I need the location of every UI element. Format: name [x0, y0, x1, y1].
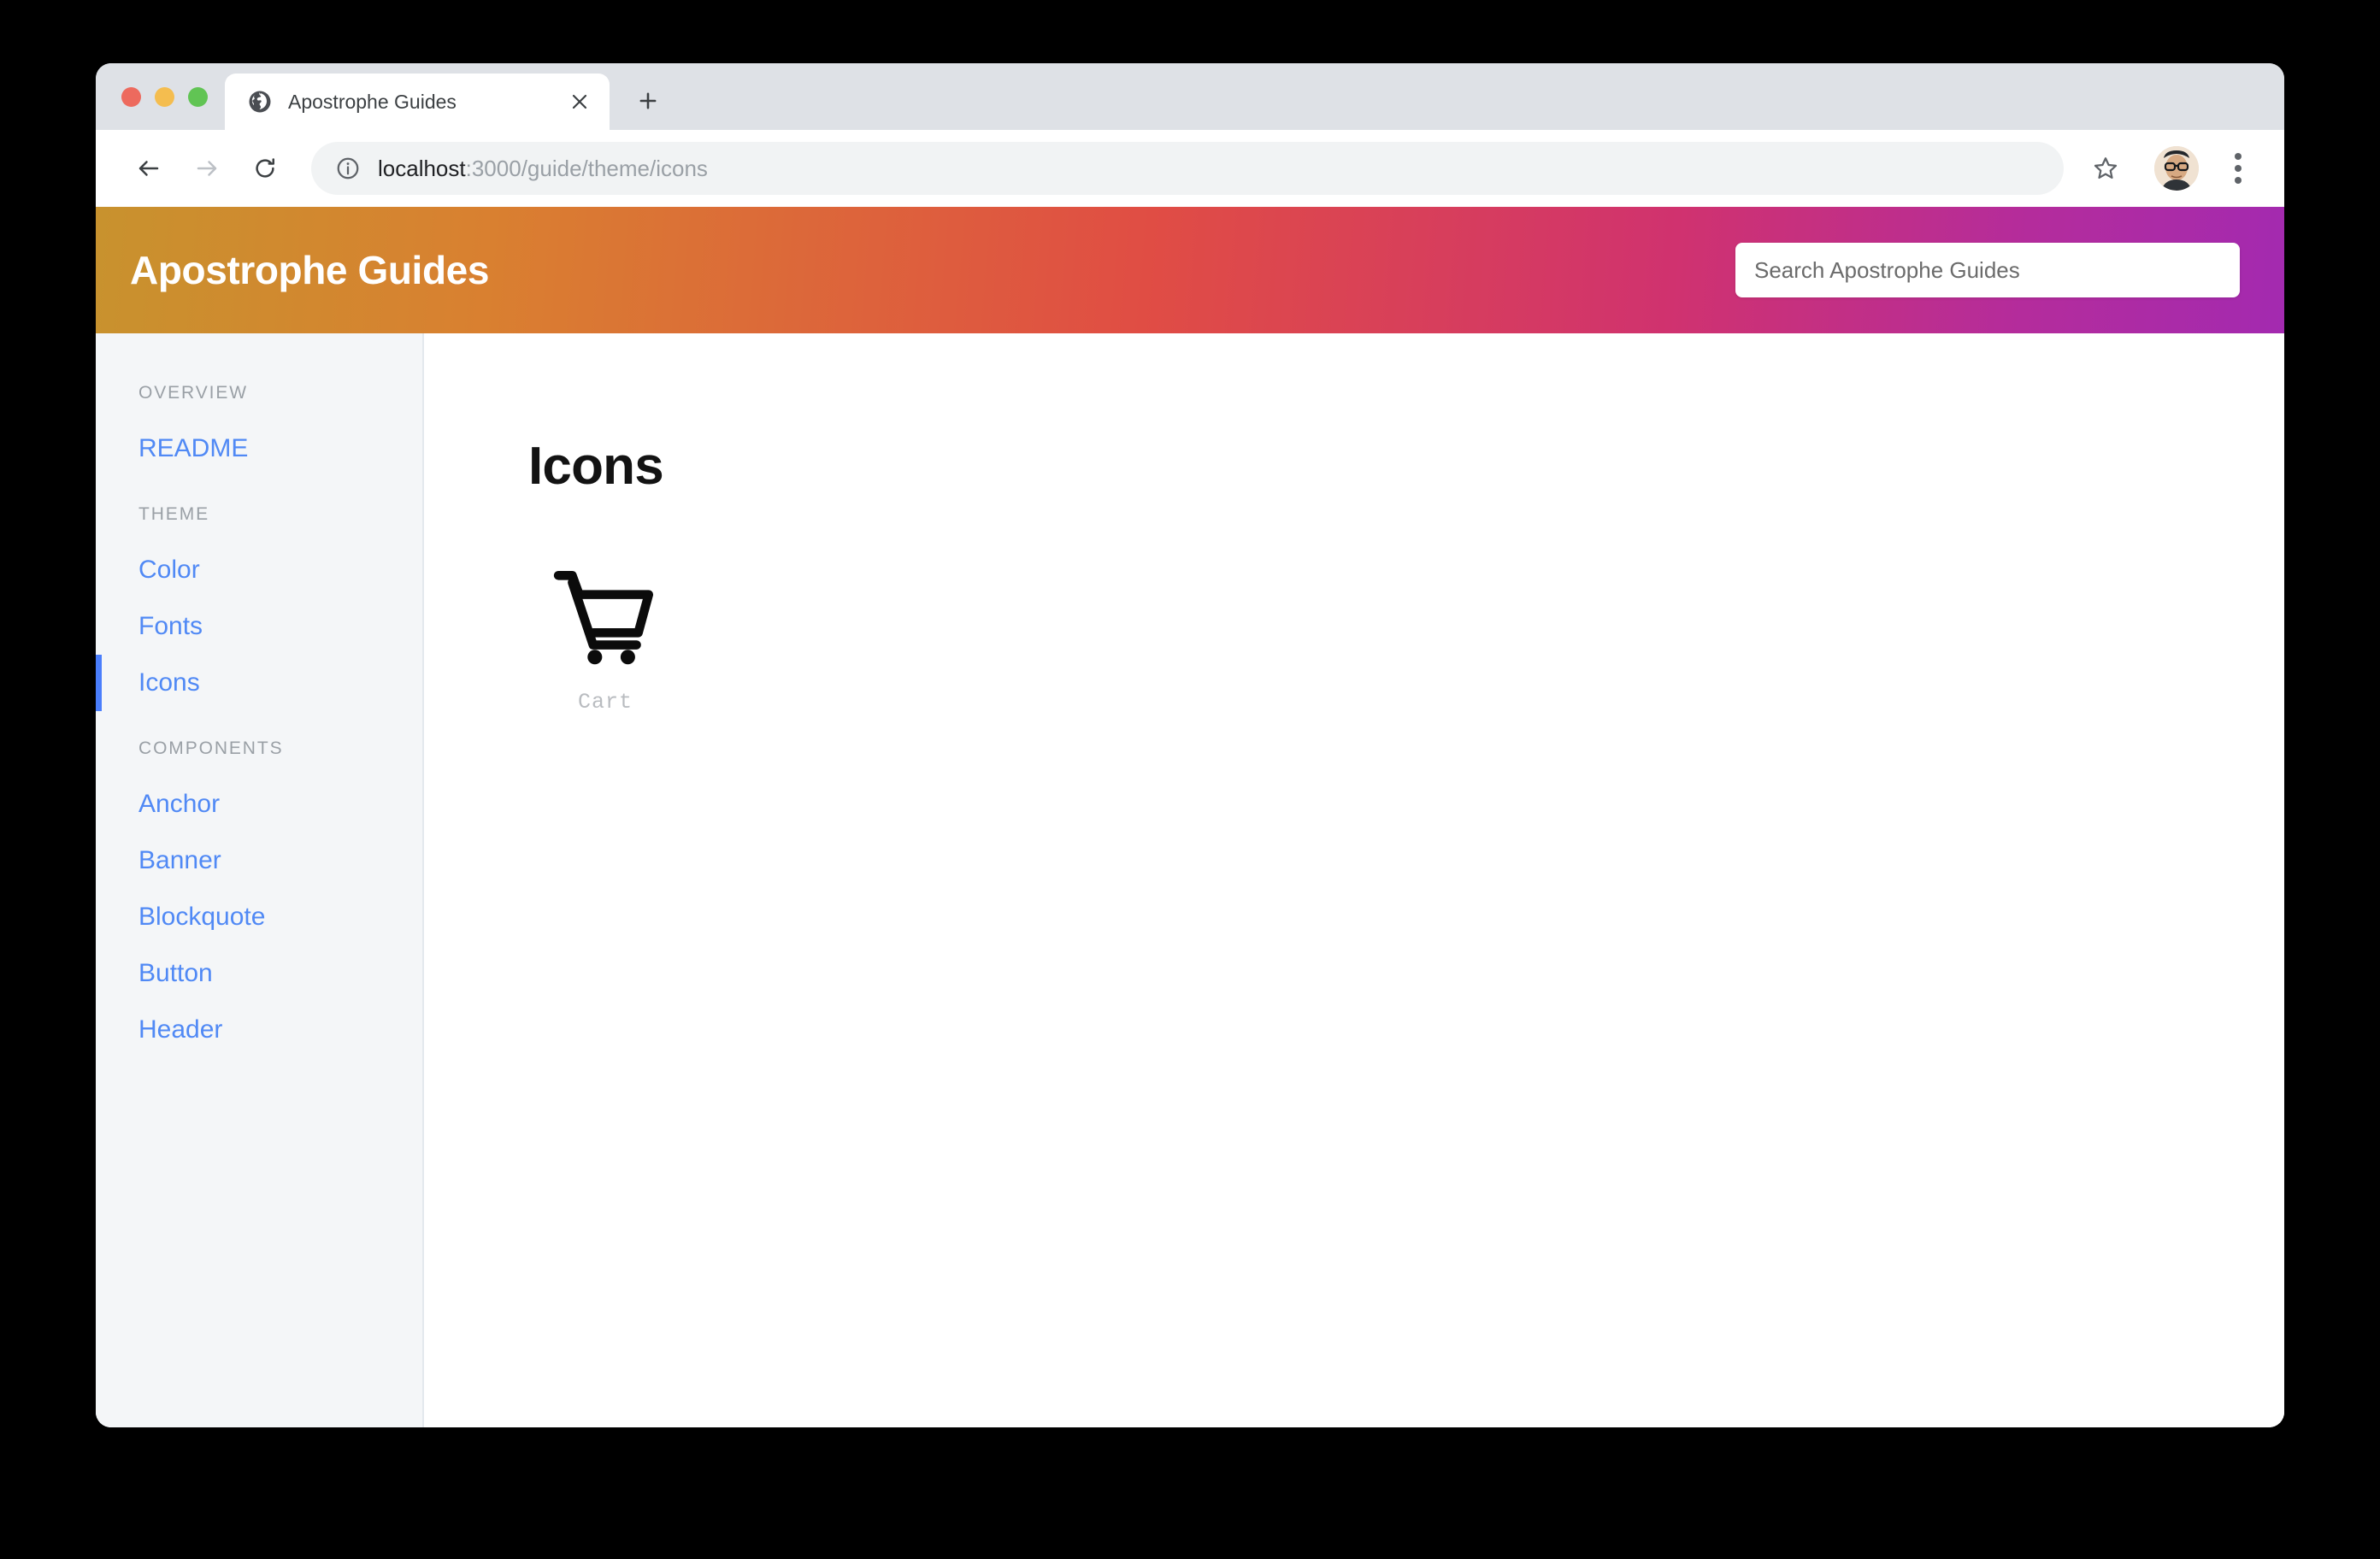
user-avatar[interactable] [2154, 146, 2199, 191]
main-content: Icons Cart [424, 333, 2284, 1427]
globe-icon [247, 89, 273, 115]
minimize-window-button[interactable] [155, 86, 174, 107]
icon-label: Cart [577, 690, 633, 715]
tab-title: Apostrophe Guides [288, 90, 457, 113]
menu-dot [2235, 153, 2242, 160]
three-dot-menu-icon[interactable] [2214, 144, 2262, 192]
bookmark-star-icon[interactable] [2079, 142, 2132, 195]
sidebar-section-theme: THEME Color Fonts Icons [96, 485, 422, 711]
address-bar[interactable]: localhost:3000/guide/theme/icons [311, 142, 2064, 195]
menu-dot [2235, 177, 2242, 184]
site-header: Apostrophe Guides [96, 207, 2284, 333]
back-button[interactable] [121, 141, 176, 196]
sidebar-section-components: COMPONENTS Anchor Banner Blockquote Butt… [96, 720, 422, 1058]
sidebar: OVERVIEW README THEME Color Fonts Icons … [96, 333, 424, 1427]
forward-button[interactable] [180, 141, 234, 196]
sidebar-item-anchor[interactable]: Anchor [96, 776, 422, 832]
window-controls [96, 63, 225, 130]
reload-button[interactable] [238, 141, 292, 196]
close-tab-icon[interactable] [565, 87, 594, 116]
browser-tab[interactable]: Apostrophe Guides [225, 74, 610, 130]
new-tab-button[interactable] [623, 76, 673, 126]
tab-strip: Apostrophe Guides [96, 63, 2284, 130]
close-window-button[interactable] [121, 86, 141, 107]
maximize-window-button[interactable] [188, 86, 208, 107]
sidebar-item-banner[interactable]: Banner [96, 832, 422, 889]
url-text: localhost:3000/guide/theme/icons [378, 156, 708, 182]
sidebar-heading-components: COMPONENTS [138, 738, 284, 758]
icon-grid: Cart [528, 560, 2284, 715]
info-icon[interactable] [335, 156, 361, 181]
url-host: localhost [378, 155, 466, 181]
sidebar-heading-theme: THEME [138, 504, 209, 524]
search-input[interactable] [1754, 256, 2221, 284]
cart-icon [550, 560, 661, 671]
sidebar-item-icons[interactable]: Icons [96, 655, 422, 711]
search-box[interactable] [1735, 243, 2240, 297]
site-title: Apostrophe Guides [130, 248, 490, 292]
sidebar-section-overview: OVERVIEW README [96, 364, 422, 477]
icon-cell-cart: Cart [528, 560, 682, 715]
browser-window: Apostrophe Guides localhost:3000/guide/t… [96, 63, 2284, 1427]
page-title: Icons [528, 437, 664, 496]
sidebar-item-color[interactable]: Color [96, 542, 422, 598]
sidebar-item-button[interactable]: Button [96, 945, 422, 1002]
sidebar-heading-overview: OVERVIEW [138, 383, 249, 403]
browser-toolbar: localhost:3000/guide/theme/icons [96, 130, 2284, 207]
app-body: OVERVIEW README THEME Color Fonts Icons … [96, 333, 2284, 1427]
sidebar-item-fonts[interactable]: Fonts [96, 598, 422, 655]
sidebar-item-readme[interactable]: README [96, 421, 422, 477]
sidebar-item-header[interactable]: Header [96, 1002, 422, 1058]
sidebar-item-blockquote[interactable]: Blockquote [96, 889, 422, 945]
menu-dot [2235, 165, 2242, 172]
url-path: :3000/guide/theme/icons [465, 155, 708, 181]
